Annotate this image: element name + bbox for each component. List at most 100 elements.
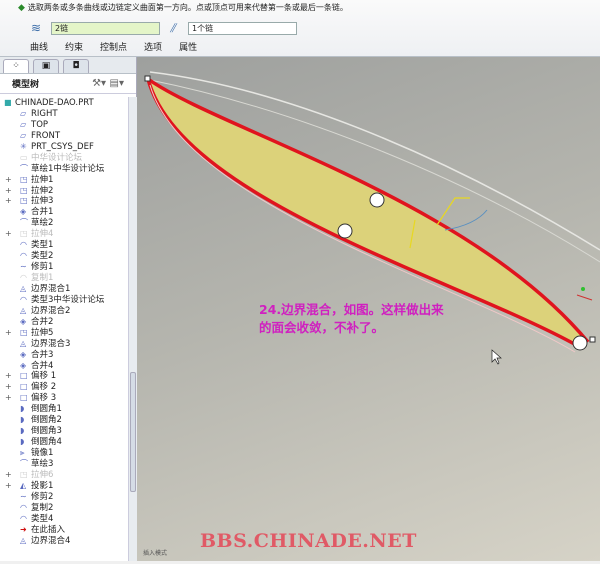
second-direction-icon[interactable]: ⫽: [170, 21, 175, 36]
tree-item[interactable]: + □ 偏移 3: [0, 392, 128, 403]
offset-icon: □: [20, 382, 28, 392]
plane-icon: ▱: [20, 130, 27, 140]
tree-item-label: 在此插入: [31, 524, 66, 535]
tree-item[interactable]: + ◭ 投影1: [0, 480, 128, 491]
round-icon: ◗: [20, 437, 25, 447]
annotation-line-2: 的面会收敛，不补了。: [259, 320, 385, 335]
tree-item[interactable]: ∼ 修剪2: [0, 491, 128, 502]
tree-item[interactable]: ▱ TOP: [0, 119, 128, 130]
direction-arrow: [436, 197, 470, 226]
expand-icon[interactable]: +: [5, 392, 12, 403]
vertex-handle-end[interactable]: [589, 336, 596, 343]
first-direction-field[interactable]: 2链: [51, 22, 160, 35]
tree-item[interactable]: ⫸ 镜像1: [0, 447, 128, 458]
expand-icon[interactable]: +: [5, 185, 12, 196]
tree-item-label: FRONT: [31, 130, 61, 141]
tree-item-label: 拉伸6: [31, 469, 54, 480]
part-icon: ■: [4, 98, 12, 107]
tree-item[interactable]: ◗ 倒圆角3: [0, 425, 128, 436]
tab-constraints[interactable]: 约束: [65, 40, 83, 53]
tree-item[interactable]: ✳ PRT_CSYS_DEF: [0, 141, 128, 152]
tree-item-label: 拉伸2: [31, 185, 54, 196]
tree-item-label: 边界混合1: [31, 283, 71, 294]
first-direction-icon[interactable]: ≋: [31, 21, 41, 35]
extrude-icon: ◳: [20, 327, 28, 337]
round-icon: ◗: [20, 415, 25, 425]
tree-item[interactable]: ⌒ 草绘3: [0, 458, 128, 469]
tree-item[interactable]: ◠ 复制2: [0, 502, 128, 513]
expand-icon[interactable]: +: [5, 174, 12, 185]
tree-item[interactable]: ⌒ 草绘2: [0, 217, 128, 228]
second-direction-field[interactable]: 1个链: [188, 22, 297, 35]
tree-item-label: 拉伸3: [31, 196, 54, 207]
control-handle-2[interactable]: [337, 223, 353, 239]
vertex-handle-start[interactable]: [144, 75, 151, 82]
control-handle-1[interactable]: [369, 192, 385, 208]
tree-item[interactable]: ➜ 在此插入: [0, 524, 128, 535]
tab-properties[interactable]: 属性: [179, 40, 197, 53]
tree-item[interactable]: ◬ 边界混合4: [0, 535, 128, 546]
tree-item[interactable]: ◗ 倒圆角1: [0, 403, 128, 414]
tree-item[interactable]: ◬ 边界混合2: [0, 305, 128, 316]
tree-item[interactable]: ◠ 类型2: [0, 250, 128, 261]
annotation-line-1: 24.边界混合，如图。这样做出来: [259, 302, 444, 317]
tree-item[interactable]: + ◳ 拉伸4: [0, 228, 128, 239]
tree-item[interactable]: ◠ 复制1: [0, 272, 128, 283]
navigator-panel: ⁘ ▣ ◘ 模型树 ⚒▾ ▤▾ ■ CHINADE-DAO.PRT ▱ RIGHT ▱ T…: [0, 57, 137, 561]
expand-icon[interactable]: +: [5, 370, 12, 381]
favorites-tab[interactable]: ◘: [63, 59, 89, 73]
tree-item[interactable]: ◗ 倒圆角2: [0, 414, 128, 425]
tab-curves[interactable]: 曲线: [30, 40, 48, 53]
expand-icon[interactable]: +: [5, 480, 12, 491]
tree-root[interactable]: ■ CHINADE-DAO.PRT: [0, 97, 128, 108]
tree-item[interactable]: ◠ 类型4: [0, 513, 128, 524]
tree-item-label: 复制2: [31, 502, 54, 513]
tree-item[interactable]: ▭ 中华设计论坛: [0, 152, 128, 163]
tab-options[interactable]: 选项: [144, 40, 162, 53]
model-tree-tab[interactable]: ⁘: [3, 59, 29, 73]
tab-control-points[interactable]: 控制点: [100, 40, 127, 53]
expand-icon[interactable]: +: [5, 195, 12, 206]
tree-item[interactable]: + □ 偏移 1: [0, 370, 128, 381]
tree-item[interactable]: + □ 偏移 2: [0, 381, 128, 392]
tree-item-label: 类型4: [31, 513, 54, 524]
extrude-icon: ◳: [20, 185, 28, 195]
tree-item[interactable]: + ◳ 拉伸5: [0, 327, 128, 338]
tree-item[interactable]: ◠ 类型1: [0, 239, 128, 250]
tree-item[interactable]: ▱ RIGHT: [0, 108, 128, 119]
scrollbar-thumb[interactable]: [130, 372, 136, 492]
tree-item[interactable]: ◈ 合并3: [0, 349, 128, 360]
expand-icon[interactable]: +: [5, 381, 12, 392]
expand-icon[interactable]: +: [5, 327, 12, 338]
tree-item[interactable]: ◈ 合并4: [0, 360, 128, 371]
tree-item[interactable]: ⌒ 草绘1中华设计论坛: [0, 163, 128, 174]
tree-item-label: 草绘2: [31, 218, 54, 229]
tree-item[interactable]: + ◳ 拉伸1: [0, 174, 128, 185]
tree-item[interactable]: + ◳ 拉伸2: [0, 185, 128, 196]
folder-browser-tab[interactable]: ▣: [33, 59, 59, 73]
expand-icon[interactable]: +: [5, 469, 12, 480]
surface-icon: ◠: [20, 240, 27, 250]
sketch-icon: ⌒: [20, 218, 28, 228]
tree-item[interactable]: ◈ 合并2: [0, 316, 128, 327]
tree-item[interactable]: ◠ 类型3中华设计论坛: [0, 294, 128, 305]
extrude-icon: ◳: [20, 229, 28, 239]
tree-item[interactable]: ◈ 合并1: [0, 206, 128, 217]
tree-item-label: 倒圆角4: [31, 437, 62, 448]
expand-icon[interactable]: +: [5, 228, 12, 239]
tree-item[interactable]: ◗ 倒圆角4: [0, 436, 128, 447]
tree-item[interactable]: ◬ 边界混合1: [0, 283, 128, 294]
tree-item[interactable]: + ◳ 拉伸6: [0, 469, 128, 480]
surface-icon: ◠: [20, 251, 27, 261]
tree-item[interactable]: ∼ 修剪1: [0, 261, 128, 272]
tree-item-label: TOP: [31, 119, 49, 130]
tree-scrollbar[interactable]: [128, 97, 137, 561]
tree-item-label: 倒圆角2: [31, 415, 62, 426]
control-handle-3[interactable]: [572, 335, 588, 351]
tree-item[interactable]: ▱ FRONT: [0, 130, 128, 141]
tree-item-label: 中华设计论坛: [31, 152, 83, 163]
tree-item[interactable]: ◬ 边界混合3: [0, 338, 128, 349]
extrude-icon: ◳: [20, 174, 28, 184]
tree-settings-icon[interactable]: ⚒▾ ▤▾: [92, 78, 124, 89]
tree-item[interactable]: + ◳ 拉伸3: [0, 195, 128, 206]
